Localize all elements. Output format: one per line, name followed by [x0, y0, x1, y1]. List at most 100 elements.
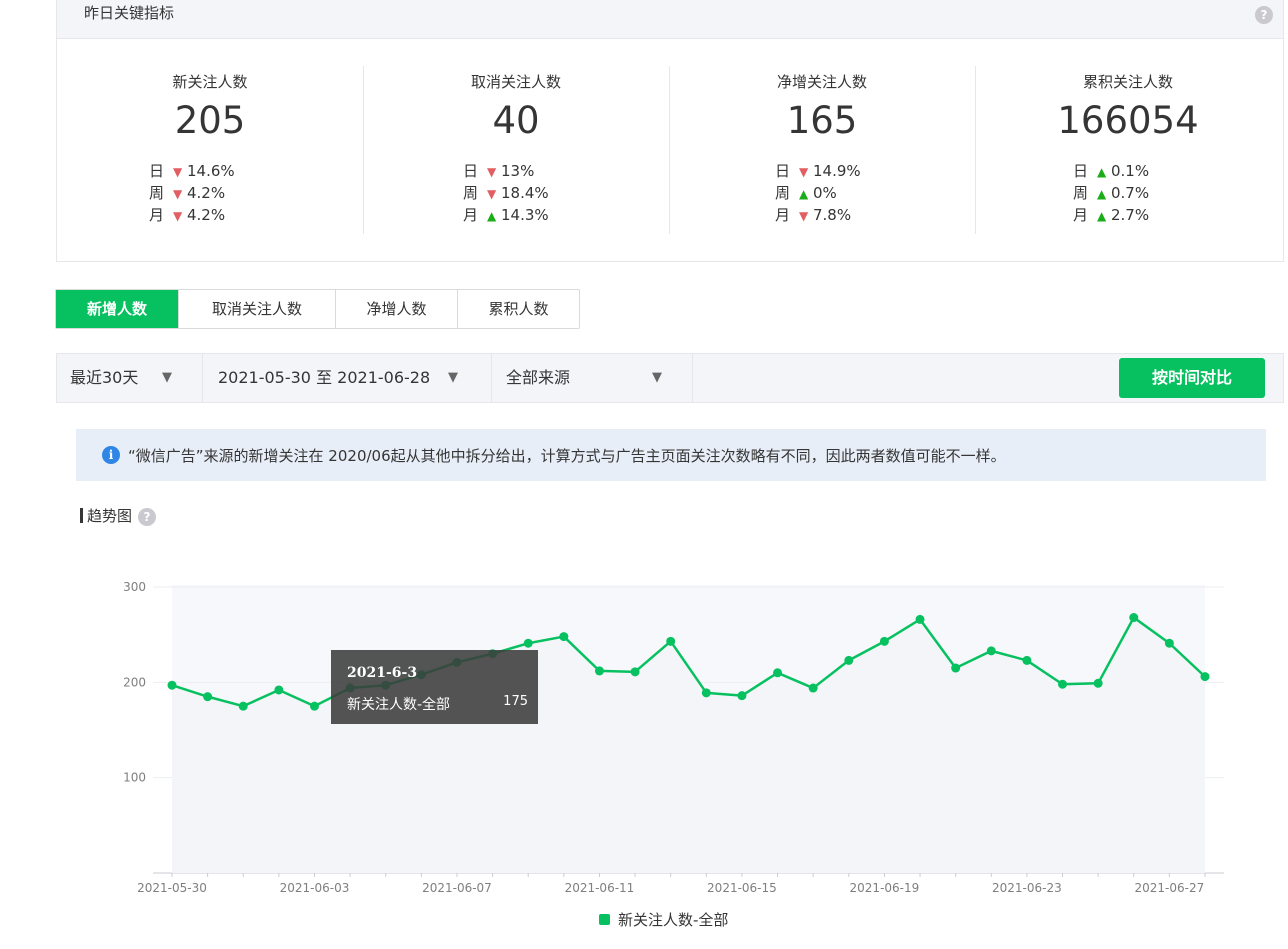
data-point [879, 636, 889, 646]
period-key: 月 [775, 206, 791, 224]
change-row: 周 ▲ 0% [775, 182, 861, 204]
period-key: 月 [149, 206, 165, 224]
metric-label: 新关注人数 [172, 73, 248, 91]
arrow-up-icon: ▲ [799, 187, 809, 201]
x-tick-label: 2021-06-15 [707, 881, 777, 895]
arrow-down-icon: ▼ [799, 165, 809, 179]
metric-divider [975, 66, 976, 234]
date-range-value: 2021-05-30 至 2021-06-28 [218, 368, 431, 387]
change-value: 0% [813, 184, 837, 202]
triangle-down-icon: ▼ [652, 370, 662, 385]
arrow-down-icon: ▼ [173, 165, 183, 179]
data-point [915, 614, 925, 624]
period-select[interactable]: 最近30天 ▼ [57, 354, 203, 402]
data-point [986, 646, 996, 656]
metric-divider [669, 66, 670, 234]
change-row: 周 ▼ 4.2% [149, 182, 235, 204]
source-select[interactable]: 全部来源 ▼ [492, 354, 693, 402]
data-point [274, 685, 284, 695]
tooltip-series-label: 新关注人数-全部 [347, 697, 451, 713]
arrow-up-icon: ▲ [487, 209, 497, 223]
change-row: 周 ▲ 0.7% [1073, 182, 1149, 204]
change-row: 日 ▲ 0.1% [1073, 160, 1149, 182]
data-point [844, 655, 854, 665]
period-key: 周 [1073, 184, 1089, 202]
data-point [1093, 678, 1103, 688]
help-icon[interactable]: ? [138, 508, 157, 526]
help-icon[interactable]: ? [1255, 6, 1273, 24]
period-key: 月 [1073, 206, 1089, 224]
x-tick-label: 2021-06-11 [565, 881, 635, 895]
data-point [1200, 672, 1210, 682]
data-point [1022, 655, 1032, 665]
data-point [701, 688, 711, 698]
metric-value: 205 [174, 99, 246, 142]
data-point [666, 636, 676, 646]
data-point [773, 668, 783, 678]
data-point [559, 632, 569, 642]
title-bar-marker [80, 508, 83, 523]
trend-title-text: 趋势图 [87, 507, 133, 525]
y-tick-label: 300 [123, 580, 146, 594]
date-range-select[interactable]: 2021-05-30 至 2021-06-28 ▼ [203, 354, 492, 402]
metric-label: 累积关注人数 [1082, 73, 1173, 91]
data-point [309, 701, 319, 711]
metric-label: 取消关注人数 [470, 73, 561, 91]
trend-title: 趋势图? [80, 505, 157, 527]
chart-tooltip: 2021-6-3 新关注人数-全部 175 [331, 650, 538, 724]
notice-text: “微信广告”来源的新增关注在 2020/06起从其他中拆分给出，计算方式与广告主… [128, 447, 1006, 465]
metric-block: 取消关注人数 40 日 ▼ 13% 周 ▼ 18.4% 月 ▲ 14.3% [363, 38, 669, 262]
x-tick-label: 2021-06-07 [422, 881, 492, 895]
data-point [630, 667, 640, 677]
metric-tabs: 新增人数 取消关注人数 净增人数 累积人数 [55, 289, 580, 329]
metric-block: 新关注人数 205 日 ▼ 14.6% 周 ▼ 4.2% 月 ▼ 4.2% [57, 38, 363, 262]
key-metrics-title: 昨日关键指标 [84, 4, 175, 22]
change-row: 月 ▼ 4.2% [149, 204, 235, 226]
period-key: 周 [463, 184, 479, 202]
x-tick-label: 2021-06-19 [850, 881, 920, 895]
period-key: 周 [149, 184, 165, 202]
tab-3[interactable]: 累积人数 [458, 290, 579, 328]
arrow-up-icon: ▲ [1097, 187, 1107, 201]
arrow-down-icon: ▼ [487, 187, 497, 201]
legend-label: 新关注人数-全部 [618, 911, 728, 929]
change-value: 18.4% [501, 184, 549, 202]
change-row: 日 ▼ 13% [463, 160, 549, 182]
info-icon: i [102, 446, 120, 464]
arrow-down-icon: ▼ [173, 209, 183, 223]
data-point [1058, 679, 1068, 689]
period-key: 周 [775, 184, 791, 202]
tooltip-date: 2021-6-3 [347, 665, 418, 681]
change-value: 0.7% [1111, 184, 1150, 202]
metric-changes: 日 ▼ 13% 周 ▼ 18.4% 月 ▲ 14.3% [463, 160, 549, 226]
metrics-row: 新关注人数 205 日 ▼ 14.6% 周 ▼ 4.2% 月 ▼ 4.2% 取消关注人数 40 日 ▼ 13%… [57, 38, 1283, 262]
metric-value: 40 [492, 99, 540, 142]
metric-changes: 日 ▲ 0.1% 周 ▲ 0.7% 月 ▲ 2.7% [1073, 160, 1149, 226]
tab-2[interactable]: 净增人数 [336, 290, 458, 328]
tab-0[interactable]: 新增人数 [56, 290, 179, 328]
arrow-down-icon: ▼ [487, 165, 497, 179]
triangle-down-icon: ▼ [162, 370, 172, 385]
arrow-up-icon: ▲ [1097, 209, 1107, 223]
y-tick-label: 100 [123, 771, 146, 785]
tab-1[interactable]: 取消关注人数 [179, 290, 336, 328]
metric-value: 165 [786, 99, 858, 142]
compare-by-time-button[interactable]: 按时间对比 [1119, 358, 1265, 398]
metric-label: 净增关注人数 [776, 73, 867, 91]
arrow-down-icon: ▼ [799, 209, 809, 223]
x-tick-label: 2021-05-30 [137, 881, 207, 895]
period-key: 日 [149, 162, 165, 180]
metric-block: 累积关注人数 166054 日 ▲ 0.1% 周 ▲ 0.7% 月 ▲ 2.7% [975, 38, 1281, 262]
data-point [594, 666, 604, 676]
data-point [523, 638, 533, 648]
source-select-value: 全部来源 [506, 368, 571, 387]
data-point [737, 691, 747, 701]
change-value: 13% [501, 162, 535, 180]
period-key: 月 [463, 206, 479, 224]
change-row: 月 ▼ 7.8% [775, 204, 861, 226]
change-value: 14.9% [813, 162, 861, 180]
arrow-down-icon: ▼ [173, 187, 183, 201]
metric-block: 净增关注人数 165 日 ▼ 14.9% 周 ▲ 0% 月 ▼ 7.8% [669, 38, 975, 262]
metric-divider [363, 66, 364, 234]
change-row: 日 ▼ 14.9% [775, 160, 861, 182]
